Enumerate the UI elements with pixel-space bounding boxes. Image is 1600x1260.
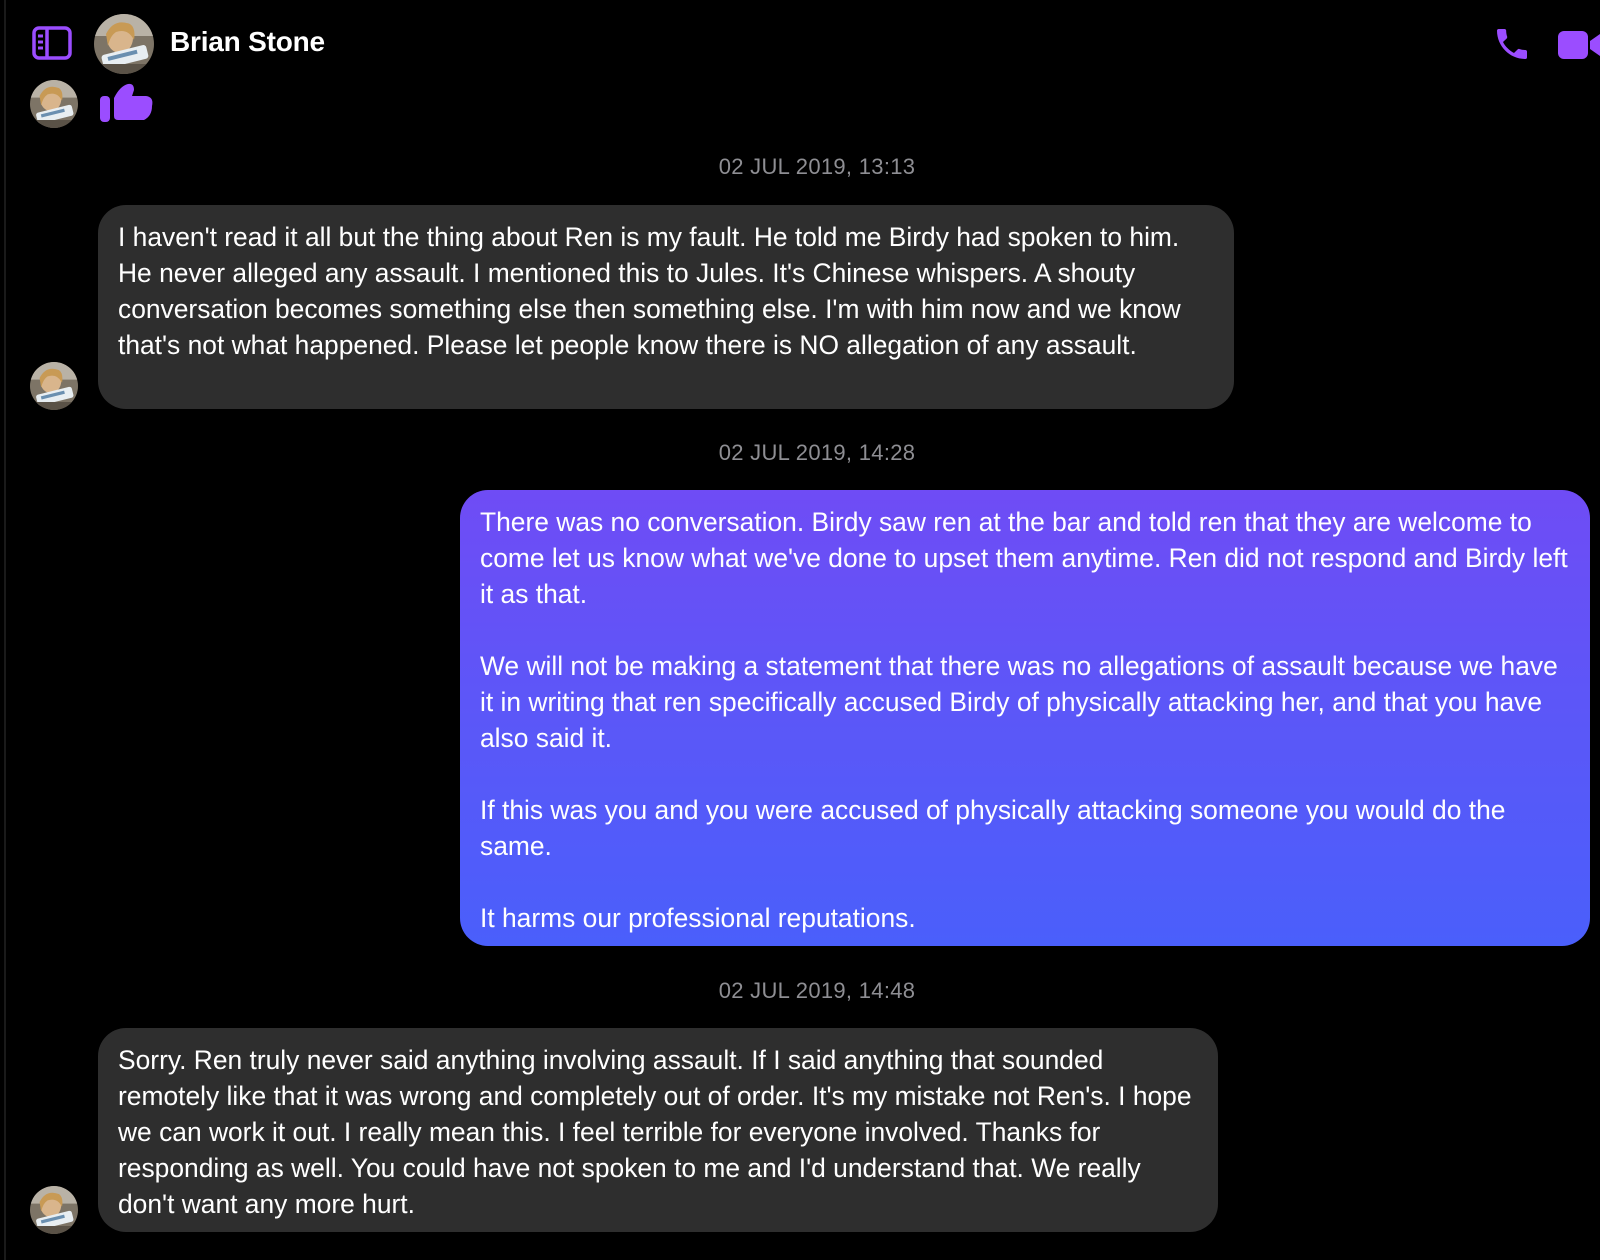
message-timestamp: 02 JUL 2019, 14:48 xyxy=(718,978,916,1003)
message-timestamp: 02 JUL 2019, 13:13 xyxy=(718,154,916,179)
chat-header: Brian Stone xyxy=(0,0,1600,86)
contact-avatar-small xyxy=(30,362,78,410)
outgoing-message-bubble[interactable]: There was no conversation. Birdy saw ren… xyxy=(460,490,1590,946)
incoming-message-bubble[interactable]: I haven't read it all but the thing abou… xyxy=(98,205,1234,409)
sidebar-toggle-button[interactable] xyxy=(32,26,72,60)
contact-avatar[interactable] xyxy=(94,14,154,74)
video-call-button[interactable] xyxy=(1558,28,1600,62)
sidebar-divider xyxy=(4,0,6,1260)
sidebar-icon xyxy=(32,26,72,60)
contact-avatar-small xyxy=(30,80,78,128)
contact-avatar-small xyxy=(30,1186,78,1234)
audio-call-button[interactable] xyxy=(1492,24,1532,64)
thumbs-up-icon[interactable] xyxy=(98,82,154,126)
contact-name[interactable]: Brian Stone xyxy=(170,26,325,58)
video-camera-icon xyxy=(1558,31,1600,59)
message-timestamp: 02 JUL 2019, 14:28 xyxy=(718,440,916,465)
chat-window: Brian Stone 02 JUL 2019, 13:13 I haven't… xyxy=(0,0,1600,1260)
phone-icon xyxy=(1497,29,1527,59)
incoming-message-bubble[interactable]: Sorry. Ren truly never said anything inv… xyxy=(98,1028,1218,1232)
